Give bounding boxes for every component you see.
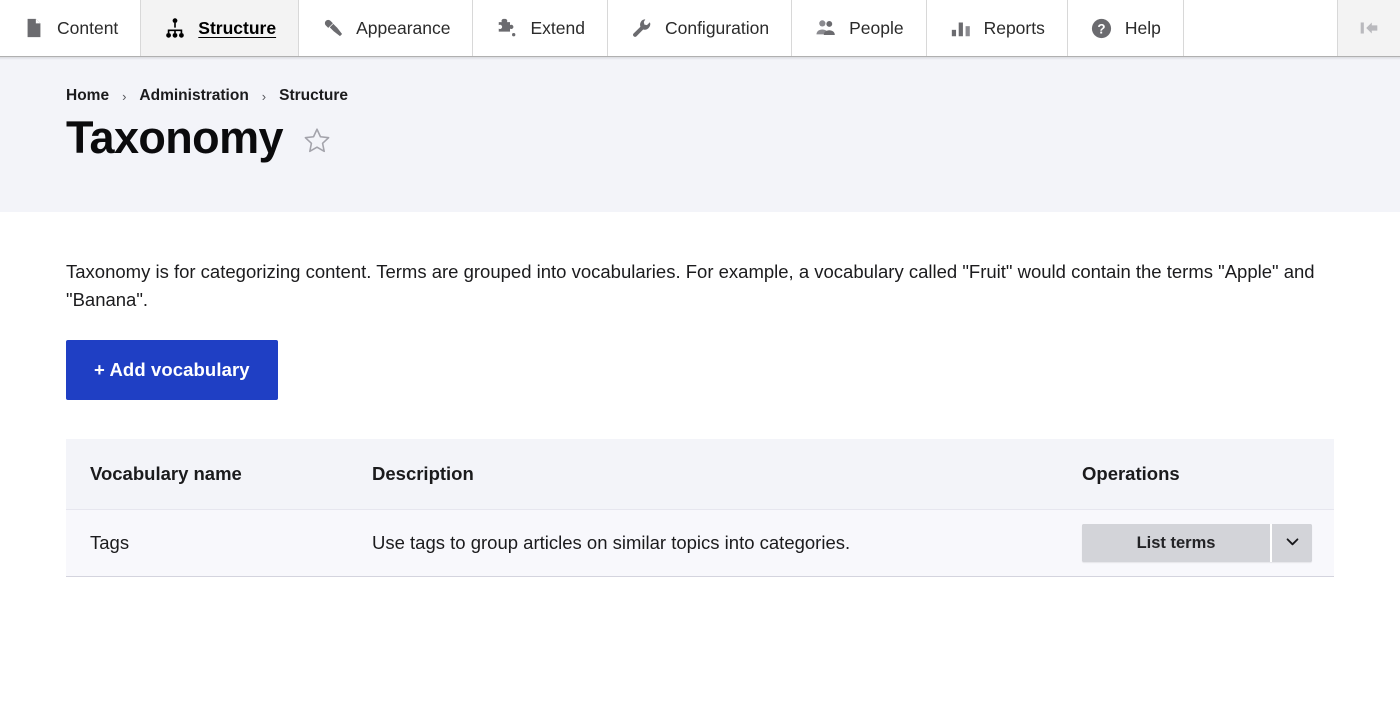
structure-tree-icon [163, 16, 187, 40]
operations-dropdown-toggle[interactable] [1270, 524, 1312, 563]
main-content: Taxonomy is for categorizing content. Te… [0, 212, 1400, 578]
toolbar-item-appearance-label: Appearance [356, 17, 451, 38]
breadcrumb: Home › Administration › Structure [66, 87, 1334, 105]
svg-text:?: ? [1098, 21, 1106, 36]
toolbar-collapse-button[interactable] [1338, 0, 1400, 56]
table-header-row: Vocabulary name Description Operations [66, 439, 1334, 511]
toolbar-item-structure-label: Structure [198, 17, 277, 38]
breadcrumb-separator-icon: › [122, 88, 127, 104]
toolbar-item-structure[interactable]: Structure [141, 0, 300, 56]
toolbar-item-reports[interactable]: Reports [926, 0, 1068, 56]
toolbar-item-content[interactable]: Content [0, 0, 142, 56]
toolbar-item-extend[interactable]: Extend [473, 0, 608, 56]
toolbar-item-configuration[interactable]: Configuration [607, 0, 793, 56]
content-page-icon [22, 16, 46, 40]
collapse-left-icon [1357, 16, 1381, 40]
breadcrumb-item-structure[interactable]: Structure [279, 87, 348, 105]
breadcrumb-item-administration[interactable]: Administration [139, 87, 248, 105]
chevron-down-icon [1284, 533, 1301, 553]
wrench-icon [630, 16, 654, 40]
bar-chart-icon [949, 16, 973, 40]
page-title-row: Taxonomy [66, 114, 1334, 162]
list-terms-button[interactable]: List terms [1082, 524, 1270, 563]
vocabulary-table-body: Tags Use tags to group articles on simil… [66, 509, 1334, 578]
cell-vocabulary-name: Tags [66, 509, 348, 578]
table-row: Tags Use tags to group articles on simil… [66, 509, 1334, 578]
toolbar-item-appearance[interactable]: Appearance [299, 0, 474, 56]
admin-toolbar: Content Structure Appearance Extend Conf… [0, 0, 1400, 60]
toolbar-item-extend-label: Extend [530, 17, 585, 38]
people-icon [814, 16, 838, 40]
column-header-description: Description [348, 439, 1058, 511]
vocabulary-table: Vocabulary name Description Operations T… [66, 439, 1334, 578]
page-header-region: Home › Administration › Structure Taxono… [0, 57, 1400, 212]
operations-dropbutton: List terms [1082, 524, 1312, 563]
column-header-vocabulary-name: Vocabulary name [66, 439, 348, 511]
toolbar-item-people-label: People [849, 17, 904, 38]
vocabulary-table-wrapper: Vocabulary name Description Operations T… [66, 439, 1334, 578]
star-outline-icon[interactable] [300, 124, 334, 158]
toolbar-item-people[interactable]: People [792, 0, 927, 56]
toolbar-item-configuration-label: Configuration [664, 17, 770, 38]
taxonomy-intro-text: Taxonomy is for categorizing content. Te… [66, 261, 1315, 311]
vocabulary-table-head: Vocabulary name Description Operations [66, 439, 1334, 511]
toolbar-item-reports-label: Reports [983, 17, 1045, 38]
paintbrush-icon [321, 16, 345, 40]
cell-operations: List terms [1058, 509, 1334, 578]
breadcrumb-separator-icon: › [261, 88, 267, 104]
add-vocabulary-button[interactable]: + Add vocabulary [66, 340, 278, 401]
toolbar-item-help[interactable]: ? Help [1067, 0, 1184, 56]
puzzle-piece-icon [495, 16, 519, 40]
toolbar-item-content-label: Content [57, 17, 119, 38]
page-title: Taxonomy [66, 112, 284, 163]
cell-description: Use tags to group articles on similar to… [348, 509, 1058, 578]
toolbar-item-help-label: Help [1124, 17, 1161, 38]
toolbar-spacer [1183, 0, 1338, 56]
breadcrumb-item-home[interactable]: Home [66, 87, 109, 105]
column-header-operations: Operations [1058, 439, 1334, 511]
question-mark-icon: ? [1090, 16, 1114, 40]
